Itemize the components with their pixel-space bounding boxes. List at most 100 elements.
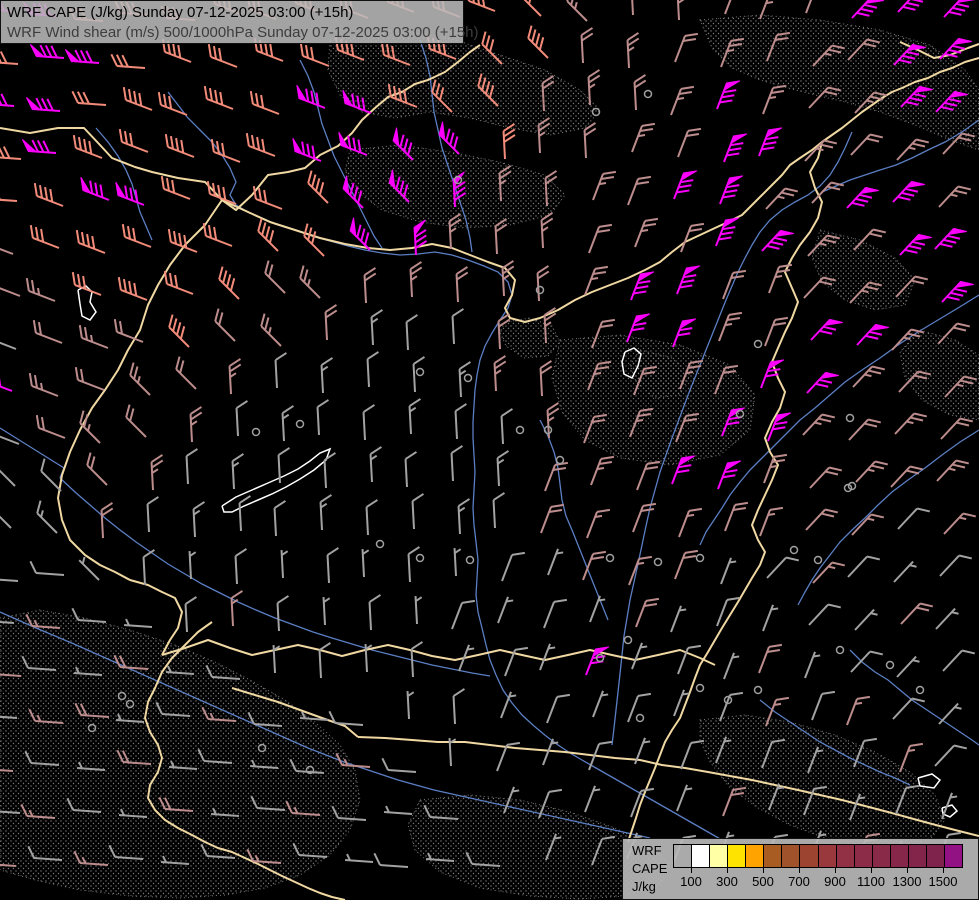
weather-map-page: WRF CAPE (J/kg) Sunday 07-12-2025 03:00 … xyxy=(0,0,979,900)
wind-barb xyxy=(761,229,794,252)
legend-cell xyxy=(836,845,855,867)
wind-barb xyxy=(319,494,332,531)
wind-barb xyxy=(29,560,65,576)
calm-station-circle xyxy=(375,539,385,549)
wind-barb xyxy=(900,602,933,625)
wind-barb xyxy=(245,132,276,157)
wind-barb xyxy=(767,412,792,442)
wind-barb xyxy=(123,618,153,628)
legend-cell xyxy=(728,845,747,867)
wind-barb xyxy=(78,556,100,581)
wind-barb xyxy=(810,318,843,341)
wind-barb xyxy=(716,596,741,627)
wind-barb xyxy=(758,643,783,674)
wind-barb xyxy=(299,42,330,67)
wind-barb xyxy=(892,697,925,720)
legend-cell xyxy=(692,845,711,867)
wind-barb xyxy=(78,324,109,349)
wind-barb xyxy=(0,341,17,350)
wind-barb xyxy=(765,187,798,210)
wind-barb xyxy=(543,598,568,629)
wind-barb xyxy=(586,508,611,539)
wind-barb xyxy=(808,603,841,626)
wind-barb xyxy=(203,85,234,110)
calm-station-circle xyxy=(515,425,525,435)
wind-barb xyxy=(804,651,821,679)
wind-barb xyxy=(452,688,465,725)
wind-barb xyxy=(722,269,747,300)
wind-barb xyxy=(189,406,203,443)
wind-barb xyxy=(0,146,22,160)
wind-barb xyxy=(724,0,732,15)
wind-barb xyxy=(806,371,839,394)
wind-barb xyxy=(812,561,845,584)
wind-barb xyxy=(218,266,240,300)
wind-barb xyxy=(762,604,779,632)
wind-barb xyxy=(365,499,378,536)
wind-barb xyxy=(496,450,509,487)
wind-barb xyxy=(264,260,286,294)
wind-barb xyxy=(373,852,409,868)
wind-barb xyxy=(896,655,920,678)
wind-barb xyxy=(811,690,836,721)
wind-barb xyxy=(527,25,549,59)
legend-colorbar xyxy=(673,844,963,868)
wind-barb xyxy=(274,352,287,389)
wind-barb xyxy=(670,85,695,116)
wind-barb xyxy=(249,90,280,115)
wind-barb xyxy=(273,500,286,537)
wind-barb xyxy=(631,0,634,16)
wind-barb xyxy=(943,512,976,535)
wind-barb xyxy=(410,641,423,678)
wind-barb xyxy=(407,546,420,583)
wind-barb xyxy=(214,308,236,342)
legend-tick xyxy=(763,867,764,873)
wind-barb xyxy=(758,127,783,157)
wind-barb xyxy=(29,43,65,59)
calm-station-circle xyxy=(295,419,305,429)
title-line-cape: WRF CAPE (J/kg) Sunday 07-12-2025 03:00 … xyxy=(7,4,354,21)
wind-barb xyxy=(676,784,693,812)
wind-barb xyxy=(630,787,655,818)
legend-cell xyxy=(944,845,962,867)
calm-station-circle xyxy=(463,373,473,383)
wind-barb xyxy=(366,351,379,388)
wind-barb xyxy=(324,304,338,341)
wind-barb xyxy=(188,550,197,580)
wind-barb xyxy=(547,548,564,576)
wind-barb xyxy=(718,311,743,342)
calm-station-circle xyxy=(635,713,645,723)
wind-barb xyxy=(64,48,100,64)
wind-barb xyxy=(592,170,617,201)
legend-tick-label: 900 xyxy=(824,874,846,889)
wind-barb xyxy=(634,217,659,248)
wind-barb xyxy=(192,501,205,538)
wind-barb xyxy=(673,170,698,200)
legend-label-wrf: WRF xyxy=(632,843,662,858)
legend-tick-label: 300 xyxy=(716,874,738,889)
wind-barb xyxy=(406,690,415,720)
wind-barb xyxy=(320,357,333,394)
wind-barb xyxy=(234,548,247,585)
wind-barb xyxy=(544,461,569,492)
terrain-stipple xyxy=(327,29,601,136)
wind-barb xyxy=(146,496,159,533)
wind-barb xyxy=(467,0,496,12)
legend-tick xyxy=(835,867,836,873)
wind-barb xyxy=(74,366,105,391)
wind-barb xyxy=(724,501,749,532)
wind-barb xyxy=(592,690,609,718)
wind-barb xyxy=(846,186,879,209)
wind-barb xyxy=(125,404,147,438)
wind-barb xyxy=(632,502,657,533)
wind-barb xyxy=(850,133,883,156)
wind-barb xyxy=(281,405,294,442)
legend-label-unit: J/kg xyxy=(632,879,656,894)
wind-barb xyxy=(539,360,553,397)
wind-barb xyxy=(28,372,59,397)
wind-barb xyxy=(899,742,924,773)
wind-barb xyxy=(583,122,597,159)
calm-station-circle xyxy=(623,635,633,645)
wind-barb xyxy=(850,650,883,673)
wind-barb xyxy=(230,590,243,627)
